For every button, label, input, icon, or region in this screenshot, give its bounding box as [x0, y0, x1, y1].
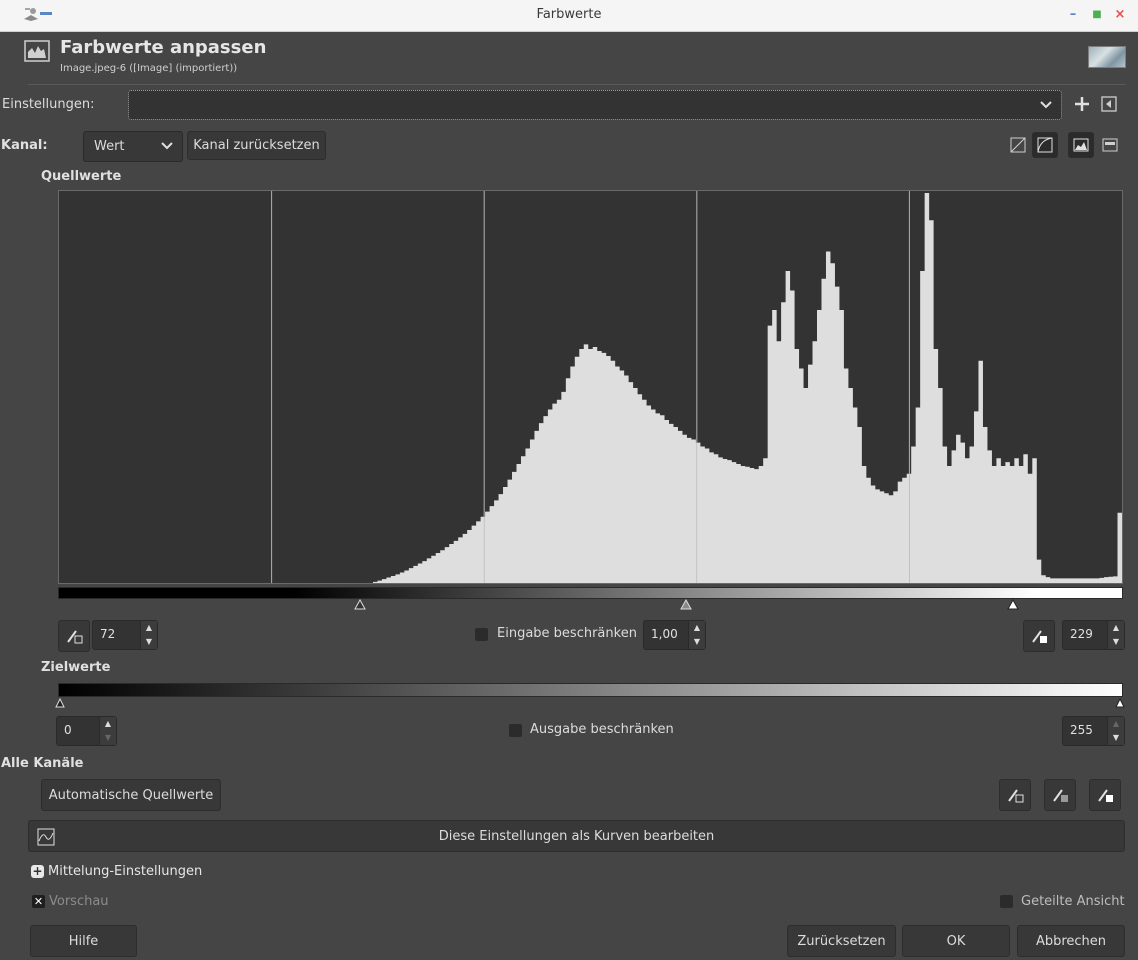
reset-button[interactable]: Zurücksetzen: [787, 925, 896, 957]
clamp-output-label: Ausgabe beschränken: [530, 722, 674, 737]
ok-button[interactable]: OK: [902, 925, 1010, 957]
log-histogram-icon: [1037, 137, 1053, 153]
levels-icon: [24, 40, 50, 62]
presets-combo[interactable]: [128, 90, 1062, 120]
help-button[interactable]: Hilfe: [30, 925, 137, 957]
input-gradient-bar: [58, 587, 1123, 599]
image-thumbnail: [1088, 46, 1126, 68]
histogram-alt-view-icon[interactable]: [1102, 137, 1118, 153]
histogram-area: [59, 193, 1122, 583]
clamp-input-label: Eingabe beschränken: [497, 626, 637, 641]
input-low-spin[interactable]: 72 ▲ ▼: [92, 620, 158, 650]
spin-arrows[interactable]: ▲ ▼: [1107, 621, 1124, 649]
clamp-output-checkbox[interactable]: [509, 724, 522, 737]
dialog-title: Farbwerte anpassen: [60, 37, 267, 58]
close-button[interactable]: ×: [1113, 7, 1127, 22]
output-high-spin[interactable]: 255 ▲ ▼: [1062, 716, 1125, 746]
cancel-button[interactable]: Abbrechen: [1017, 925, 1125, 957]
split-view-label: Geteilte Ansicht: [1021, 894, 1125, 909]
ok-label: OK: [946, 934, 966, 949]
output-high-value: 255: [1070, 723, 1093, 737]
pick-black-point-button[interactable]: [58, 620, 90, 652]
reset-channel-label: Kanal zurücksetzen: [193, 138, 320, 153]
gamma-spin[interactable]: 1,00 ▲ ▼: [643, 620, 706, 650]
auto-input-levels-button[interactable]: Automatische Quellwerte: [41, 779, 221, 811]
input-high-value: 229: [1070, 627, 1093, 641]
output-low-spin[interactable]: 0 ▲ ▼: [56, 716, 117, 746]
output-high-handle[interactable]: [1115, 698, 1125, 708]
linear-histogram-icon[interactable]: [1010, 137, 1026, 153]
chevron-down-icon: [1040, 101, 1052, 109]
output-low-handle[interactable]: [55, 698, 65, 708]
channel-label: Kanal:: [1, 138, 48, 153]
log-histogram-button[interactable]: [1032, 132, 1058, 158]
gamma-value: 1,00: [651, 627, 678, 641]
eyedropper-gray-icon: [1053, 789, 1068, 802]
cancel-label: Abbrechen: [1035, 934, 1107, 949]
maximize-button[interactable]: ■: [1090, 9, 1104, 20]
add-preset-icon[interactable]: [1073, 95, 1091, 113]
pick-white-point-button[interactable]: [1023, 620, 1055, 652]
histogram-plot: [59, 191, 1122, 583]
spin-arrows[interactable]: ▲ ▼: [140, 621, 157, 649]
edit-as-curves-label: Diese Einstellungen als Kurven bearbeite…: [438, 829, 715, 844]
eyedropper-white-icon: [1032, 630, 1047, 643]
output-levels-label: Zielwerte: [41, 660, 111, 675]
spin-arrows[interactable]: ▲ ▼: [688, 621, 705, 649]
chevron-down-icon: [161, 142, 173, 150]
histogram-view-icon: [1073, 138, 1089, 152]
window-titlebar: Farbwerte – ■ ×: [0, 0, 1138, 32]
input-low-value: 72: [100, 627, 116, 641]
pick-white-all-button[interactable]: [1089, 779, 1121, 811]
reset-label: Zurücksetzen: [797, 934, 886, 949]
split-view-checkbox[interactable]: [1000, 895, 1013, 908]
input-gamma-handle[interactable]: [680, 599, 692, 611]
all-channels-label: Alle Kanäle: [1, 756, 84, 771]
pick-black-all-button[interactable]: [999, 779, 1031, 811]
output-gradient-bar: [58, 683, 1123, 697]
dialog-subtitle: Image.jpeg-6 ([Image] (importiert)): [60, 63, 238, 74]
spin-arrows[interactable]: ▲ ▼: [99, 717, 116, 745]
clamp-input-checkbox[interactable]: [475, 628, 488, 641]
blending-options-label[interactable]: Mittelung-Einstellungen: [48, 864, 202, 879]
help-label: Hilfe: [68, 934, 99, 949]
minimize-button[interactable]: –: [1066, 7, 1080, 22]
input-high-handle[interactable]: [1007, 599, 1019, 611]
window-title: Farbwerte: [536, 7, 602, 22]
channel-combo[interactable]: Wert: [83, 131, 183, 162]
eyedropper-black-icon: [67, 630, 83, 644]
auto-input-levels-label: Automatische Quellwerte: [48, 788, 214, 803]
edit-as-curves-button[interactable]: Diese Einstellungen als Kurven bearbeite…: [28, 820, 1125, 852]
spin-arrows[interactable]: ▲ ▼: [1107, 717, 1124, 745]
input-high-spin[interactable]: 229 ▲ ▼: [1062, 620, 1125, 650]
curves-icon: [37, 828, 55, 846]
presets-label: Einstellungen:: [2, 97, 95, 112]
histogram: [58, 190, 1123, 584]
eyedropper-white-icon: [1098, 789, 1113, 802]
output-low-value: 0: [64, 723, 72, 737]
expand-plus-icon[interactable]: +: [31, 865, 44, 878]
channel-value: Wert: [94, 139, 125, 154]
input-levels-label: Quellwerte: [41, 169, 122, 184]
preset-menu-icon[interactable]: [1101, 96, 1117, 112]
pick-gray-all-button[interactable]: [1044, 779, 1076, 811]
histogram-view-button[interactable]: [1068, 132, 1094, 158]
preview-label: Vorschau: [49, 894, 109, 909]
eyedropper-black-icon: [1008, 789, 1024, 803]
reset-channel-button[interactable]: Kanal zurücksetzen: [187, 131, 326, 160]
header-separator: [28, 84, 1126, 85]
preview-checkbox[interactable]: ✕: [32, 895, 45, 908]
input-low-handle[interactable]: [354, 599, 366, 611]
